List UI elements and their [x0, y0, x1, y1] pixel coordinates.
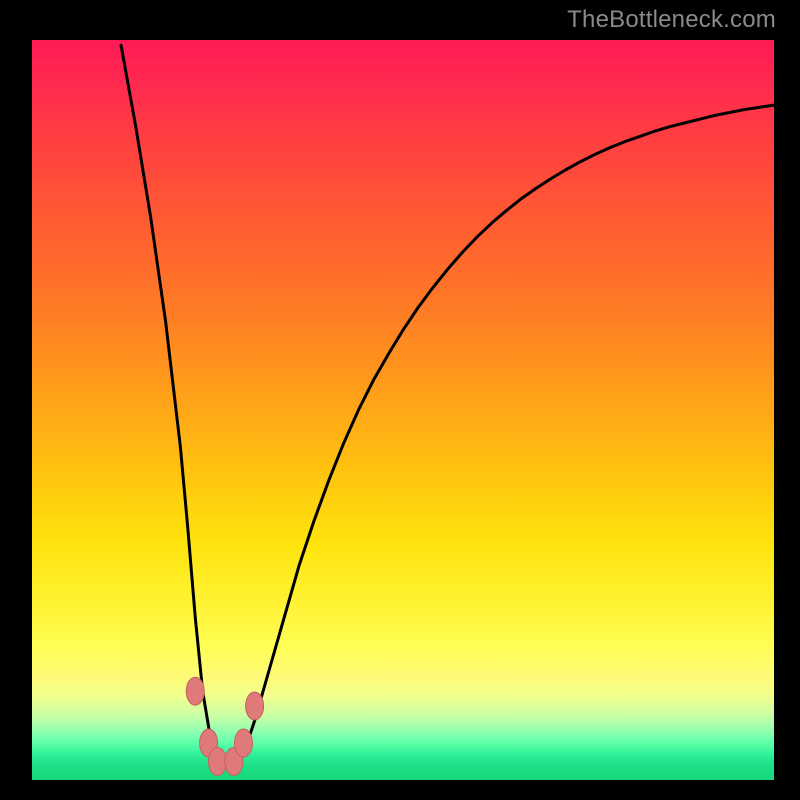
chart-marker [186, 677, 204, 705]
chart-curve [121, 45, 774, 765]
chart-container: TheBottleneck.com [0, 0, 800, 800]
chart-marker [209, 748, 227, 776]
chart-marker [246, 692, 264, 720]
chart-marker [234, 729, 252, 757]
plot-area [32, 40, 774, 780]
chart-svg [32, 40, 774, 780]
attribution-text: TheBottleneck.com [567, 6, 776, 34]
bottleneck-curve-path [121, 45, 774, 765]
